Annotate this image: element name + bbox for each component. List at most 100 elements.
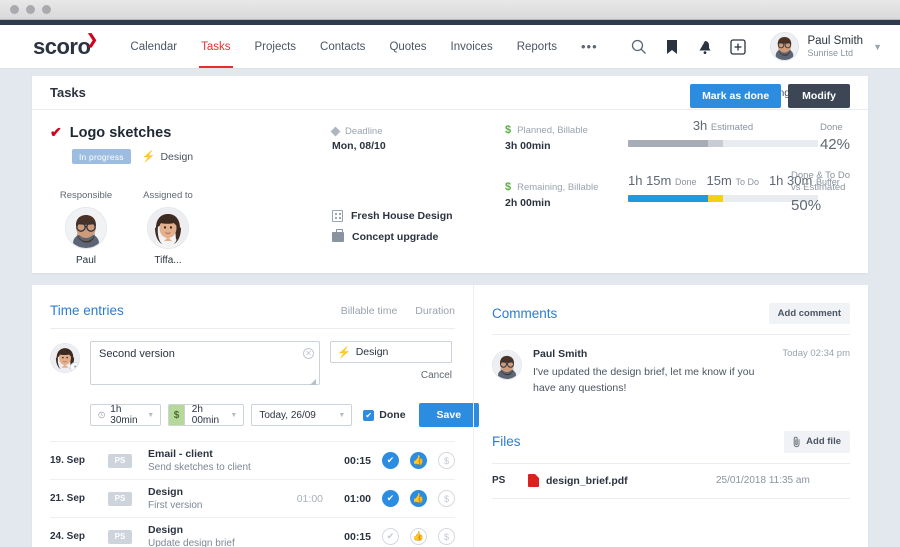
files-header: Files Add file [492,430,850,463]
user-menu[interactable]: Paul Smith Sunrise Ltd ▼ [770,32,882,61]
avatar-dropdown-icon[interactable]: ▼ [70,362,79,372]
entry-date: 21. Sep [50,493,86,504]
done-todo-percent-block: Done & To Do vs Estimated 50% [791,170,850,214]
comment-avatar [492,350,522,380]
assigned-name: Tiffa... [154,255,182,266]
table-row[interactable]: 19. Sep PS Email - client Send sketches … [50,441,455,479]
check-icon[interactable]: ✔ [50,124,62,141]
add-file-button[interactable]: Add file [784,430,850,453]
add-comment-button[interactable]: Add comment [768,303,850,324]
nav-more-icon[interactable]: ••• [569,39,610,54]
search-icon[interactable] [630,38,648,56]
file-row[interactable]: PS design_brief.pdf 25/01/2018 11:35 am [492,464,850,498]
estimated-unit: Estimated [710,122,754,133]
entry-duration: 01:00 [344,492,371,505]
deadline-value: Mon, 08/10 [332,140,386,152]
paperclip-icon [793,436,800,447]
donetodo-progress-bar: 1h 15m Done 15m To Do 1h 30m Buffer [628,173,840,202]
save-button[interactable]: Save [418,403,480,427]
nav-actions: Paul Smith Sunrise Ltd ▼ [630,32,882,61]
briefcase-icon [332,229,344,242]
scoro-logo[interactable]: scoro ❯ [33,32,98,59]
remaining-label: Remaining, Billable [517,181,599,193]
task-activity-tag[interactable]: ⚡ Design [141,150,193,164]
user-name: Paul Smith [807,34,864,47]
mark-as-done-button[interactable]: Mark as done [690,84,782,108]
entry-duration: 00:15 [344,454,371,467]
tab-billable-time[interactable]: Billable time [341,305,398,317]
details-card: Time entries Billable time Duration ▼ Se… [32,285,868,547]
time-entry-rows: 19. Sep PS Email - client Send sketches … [50,441,455,547]
nav-item-reports[interactable]: Reports [505,25,569,68]
nav-item-calendar[interactable]: Calendar [118,25,189,68]
nav-item-projects[interactable]: Projects [243,25,309,68]
clock-icon [98,411,105,419]
breakdown-todo: 15m To Do [706,173,759,188]
tab-duration[interactable]: Duration [415,305,455,317]
dollar-circle-icon[interactable]: $ [438,528,455,545]
bookmark-icon[interactable] [663,38,681,56]
resize-handle-icon[interactable]: ◢ [310,377,316,386]
editor-avatar[interactable]: ▼ [50,343,80,373]
clear-icon[interactable]: ✕ [303,348,314,359]
time-entries-header: Time entries Billable time Duration [50,303,455,328]
activity-field-wrap: ⚡ Design Cancel [330,341,452,390]
responsible-person[interactable]: Responsible Paul [56,190,116,266]
date-select[interactable]: Today, 26/09 ▼ [251,404,353,426]
responsible-label: Responsible [59,190,113,201]
nav-item-tasks[interactable]: Tasks [189,25,242,68]
thumbs-up-icon[interactable]: 👍 [410,452,427,469]
time-entry-editor: ▼ ✕ ◢ ⚡ Design Cancel [50,329,455,390]
files-title: Files [492,434,521,449]
done-checkbox[interactable]: ✔ Done [363,409,406,421]
subproject-row[interactable]: Concept upgrade [332,229,453,243]
bolt-icon: ⚡ [141,151,156,163]
dollar-circle-icon[interactable]: $ [438,490,455,507]
time-entries-section: Time entries Billable time Duration ▼ Se… [32,285,480,547]
description-field-wrap: ✕ ◢ [90,341,320,390]
time-entries-title: Time entries [50,303,124,318]
estimated-caption: 3h Estimated [628,118,818,133]
check-circle-icon[interactable]: ✔ [382,452,399,469]
window-minimize-dot[interactable] [26,5,35,14]
plus-icon[interactable] [729,38,747,56]
billable-select[interactable]: $ 2h 00min ▼ [168,404,245,426]
project-row[interactable]: Fresh House Design [332,210,453,222]
comment-author: Paul Smith [533,348,588,360]
done-percent-block: Done 42% [820,122,850,153]
estimated-progress-bar: 3h Estimated [628,118,818,147]
table-row[interactable]: 24. Sep PS Design Update design brief 00… [50,517,455,547]
date-value: Today, 26/09 [259,409,316,421]
thumbs-up-icon[interactable]: 👍 [410,490,427,507]
activity-value: Design [355,346,389,358]
assigned-person[interactable]: Assigned to Tiffa... [138,190,198,266]
entry-date: 19. Sep [50,455,86,466]
status-badge[interactable]: In progress [72,149,131,164]
entry-initials: PS [108,529,132,544]
window-close-dot[interactable] [10,5,19,14]
cancel-link[interactable]: Cancel [330,370,452,381]
table-row[interactable]: 21. Sep PS Design First version 01:00 01… [50,479,455,517]
entry-subtitle: Send sketches to client [148,462,251,473]
check-circle-icon[interactable]: ✔ [382,490,399,507]
nav-item-contacts[interactable]: Contacts [308,25,377,68]
thumbs-up-icon[interactable]: 👍 [410,528,427,545]
logo-text: scoro [33,33,91,59]
done-label: Done [819,122,843,133]
user-company: Sunrise Ltd [807,48,853,59]
nav-item-invoices[interactable]: Invoices [439,25,505,68]
deadline-label: Deadline [345,126,383,137]
modify-button[interactable]: Modify [788,84,850,108]
duration-select[interactable]: 1h 30min ▼ [90,404,162,426]
nav-item-quotes[interactable]: Quotes [377,25,438,68]
file-name[interactable]: design_brief.pdf [546,475,716,487]
done-todo-value: 50% [791,196,822,214]
window-maximize-dot[interactable] [42,5,51,14]
check-circle-icon[interactable]: ✔ [382,528,399,545]
estimated-value: 3h [692,118,708,133]
dollar-icon: $ [505,124,512,136]
bell-icon[interactable] [696,38,714,56]
description-input[interactable] [90,341,320,385]
dollar-circle-icon[interactable]: $ [438,452,455,469]
activity-input[interactable]: ⚡ Design [330,341,452,363]
